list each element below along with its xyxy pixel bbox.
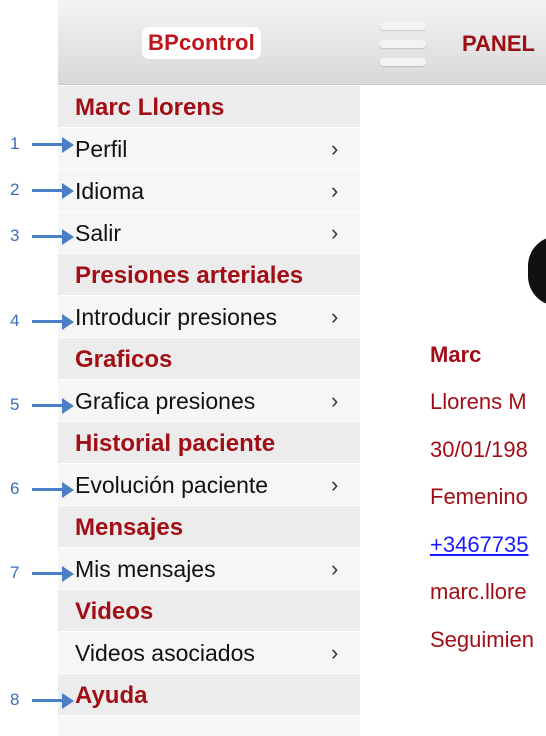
annotation-arrow-3: 3 bbox=[10, 226, 74, 246]
annotation-number: 1 bbox=[10, 134, 20, 153]
section-heading: Graficos bbox=[75, 346, 173, 373]
menu-section-ayuda[interactable]: Ayuda bbox=[58, 674, 360, 716]
arrow-right-icon bbox=[62, 183, 74, 199]
annotation-number: 8 bbox=[10, 690, 20, 709]
annotation-number: 2 bbox=[10, 180, 20, 199]
arrow-right-icon bbox=[62, 314, 74, 330]
menu-section-historial: Historial paciente bbox=[58, 422, 360, 464]
menu-item-partial[interactable] bbox=[58, 716, 360, 736]
menu-item-label: Salir bbox=[75, 220, 122, 246]
menu-item-label: Mis mensajes bbox=[75, 556, 216, 582]
arrow-right-icon bbox=[62, 137, 74, 153]
annotation-number: 4 bbox=[10, 311, 20, 330]
annotation-arrow-6: 6 bbox=[10, 479, 74, 499]
profile-email: marc.llore bbox=[430, 579, 527, 604]
chevron-right-icon: › bbox=[331, 472, 339, 497]
profile-phone-link[interactable]: +3467735 bbox=[430, 532, 529, 558]
profile-birthdate: 30/01/198 bbox=[430, 437, 528, 462]
menu-item-label: Videos asociados bbox=[75, 640, 255, 666]
menu-item-idioma[interactable]: Idioma › bbox=[58, 170, 360, 212]
annotation-arrow-2: 2 bbox=[10, 180, 74, 200]
arrow-right-icon bbox=[62, 693, 74, 709]
hamburger-menu-icon[interactable] bbox=[380, 20, 426, 70]
menu-section-graficos: Graficos bbox=[58, 338, 360, 380]
menu-section-mensajes: Mensajes bbox=[58, 506, 360, 548]
section-heading: Presiones arteriales bbox=[75, 262, 304, 289]
arrow-right-icon bbox=[62, 482, 74, 498]
menu-section-presiones: Presiones arteriales bbox=[58, 254, 360, 296]
chevron-right-icon: › bbox=[331, 388, 339, 413]
menu-item-perfil[interactable]: Perfil › bbox=[58, 128, 360, 170]
chevron-right-icon: › bbox=[331, 556, 339, 581]
annotation-number: 3 bbox=[10, 226, 20, 245]
profile-gender: Femenino bbox=[430, 484, 528, 509]
menu-item-evolucion-paciente[interactable]: Evolución paciente › bbox=[58, 464, 360, 506]
section-heading: Mensajes bbox=[75, 514, 184, 541]
user-name-heading: Marc Llorens bbox=[75, 94, 225, 121]
section-heading: Ayuda bbox=[75, 682, 148, 709]
menu-item-label: Perfil bbox=[75, 136, 128, 162]
menu-item-label: Grafica presiones bbox=[75, 388, 256, 414]
arrow-right-icon bbox=[62, 566, 74, 582]
profile-content: Marc Llorens M 30/01/198 Femenino +34677… bbox=[360, 86, 546, 736]
arrow-right-icon bbox=[62, 398, 74, 414]
header-bar: BPcontrol PANEL bbox=[58, 0, 546, 85]
annotation-gutter bbox=[0, 0, 58, 736]
menu-section-videos: Videos bbox=[58, 590, 360, 632]
annotation-number: 5 bbox=[10, 395, 20, 414]
menu-item-label: Introducir presiones bbox=[75, 304, 277, 330]
annotation-arrow-8: 8 bbox=[10, 690, 74, 710]
annotation-arrow-4: 4 bbox=[10, 311, 74, 331]
chevron-right-icon: › bbox=[331, 640, 339, 665]
chevron-right-icon: › bbox=[331, 220, 339, 245]
arrow-right-icon bbox=[62, 229, 74, 245]
menu-item-videos-asociados[interactable]: Videos asociados › bbox=[58, 632, 360, 674]
annotation-arrow-5: 5 bbox=[10, 395, 74, 415]
logo-control-text: control bbox=[178, 30, 255, 55]
bpcontrol-logo[interactable]: BPcontrol bbox=[142, 27, 261, 59]
annotation-number: 6 bbox=[10, 479, 20, 498]
section-heading: Videos bbox=[75, 598, 154, 625]
panel-title: PANEL bbox=[462, 31, 535, 56]
logo-bp-text: BP bbox=[148, 30, 179, 55]
profile-name: Marc bbox=[430, 342, 482, 367]
section-heading: Historial paciente bbox=[75, 430, 276, 457]
profile-status: Seguimien bbox=[430, 627, 534, 652]
annotation-arrow-7: 7 bbox=[10, 563, 74, 583]
avatar bbox=[528, 236, 546, 306]
menu-item-salir[interactable]: Salir › bbox=[58, 212, 360, 254]
menu-item-grafica-presiones[interactable]: Grafica presiones › bbox=[58, 380, 360, 422]
chevron-right-icon: › bbox=[331, 304, 339, 329]
menu-item-label: Idioma bbox=[75, 178, 145, 204]
side-menu: Marc Llorens Perfil › Idioma › Salir › P… bbox=[58, 86, 360, 736]
menu-item-label: Evolución paciente bbox=[75, 472, 269, 498]
menu-section-user: Marc Llorens bbox=[58, 86, 360, 128]
chevron-right-icon: › bbox=[331, 178, 339, 203]
chevron-right-icon: › bbox=[331, 136, 339, 161]
profile-surname: Llorens M bbox=[430, 389, 527, 414]
annotation-arrow-1: 1 bbox=[10, 134, 74, 154]
annotation-number: 7 bbox=[10, 563, 20, 582]
menu-item-mis-mensajes[interactable]: Mis mensajes › bbox=[58, 548, 360, 590]
menu-item-introducir-presiones[interactable]: Introducir presiones › bbox=[58, 296, 360, 338]
